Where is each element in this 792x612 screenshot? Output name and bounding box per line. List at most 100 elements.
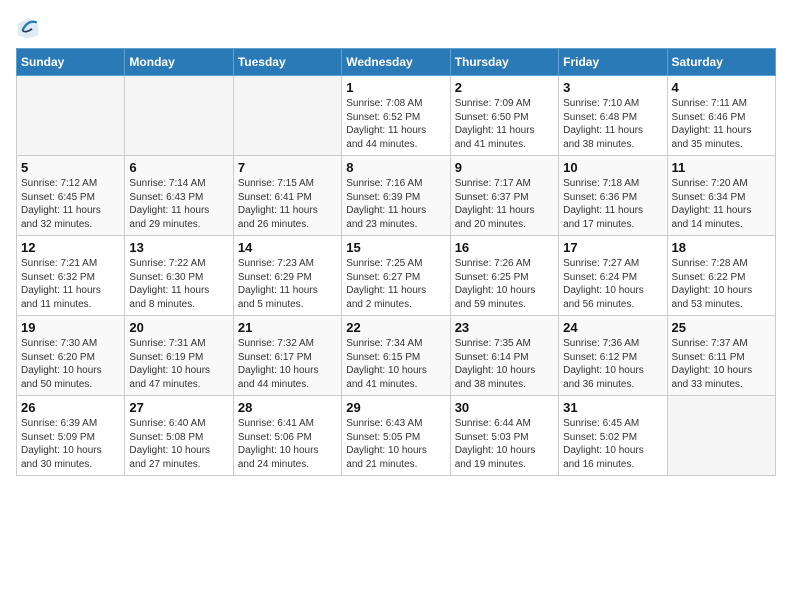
day-info: Sunrise: 7:27 AM Sunset: 6:24 PM Dayligh… [563,257,662,311]
calendar-cell: 24 Sunrise: 7:36 AM Sunset: 6:12 PM Dayli… [559,316,667,396]
day-number: 12 [21,240,120,255]
day-number: 18 [672,240,771,255]
day-info: Sunrise: 7:22 AM Sunset: 6:30 PM Dayligh… [129,257,228,311]
calendar-cell: 15Sunrise: 7:25 AM Sunset: 6:27 PM Dayli… [342,236,450,316]
day-info: Sunrise: 6:45 AM Sunset: 5:02 PM Dayligh… [563,417,662,471]
calendar-cell: 25 Sunrise: 7:37 AM Sunset: 6:11 PM Dayli… [667,316,775,396]
calendar-cell: 5Sunrise: 7:12 AM Sunset: 6:45 PM Daylig… [17,156,125,236]
logo [16,16,44,40]
calendar-cell: 3Sunrise: 7:10 AM Sunset: 6:48 PM Daylig… [559,76,667,156]
calendar-cell: 2 Sunrise: 7:09 AM Sunset: 6:50 PM Daylig… [450,76,558,156]
day-number: 29 [346,400,445,415]
day-number: 5 [21,160,120,175]
day-number: 2 [455,80,554,95]
calendar-cell: 10Sunrise: 7:18 AM Sunset: 6:36 PM Dayli… [559,156,667,236]
day-number: 4 [672,80,771,95]
day-number: 9 [455,160,554,175]
day-info: Sunrise: 7:26 AM Sunset: 6:25 PM Dayligh… [455,257,554,311]
day-info: Sunrise: 7:15 AM Sunset: 6:41 PM Dayligh… [238,177,337,231]
weekday-header-row: SundayMondayTuesdayWednesdayThursdayFrid… [17,49,776,76]
day-number: 31 [563,400,662,415]
day-info: Sunrise: 6:39 AM Sunset: 5:09 PM Dayligh… [21,417,120,471]
day-number: 28 [238,400,337,415]
calendar-cell: 17 Sunrise: 7:27 AM Sunset: 6:24 PM Dayli… [559,236,667,316]
day-info: Sunrise: 7:16 AM Sunset: 6:39 PM Dayligh… [346,177,445,231]
day-info: Sunrise: 7:17 AM Sunset: 6:37 PM Dayligh… [455,177,554,231]
day-number: 13 [129,240,228,255]
day-number: 25 [672,320,771,335]
day-number: 16 [455,240,554,255]
calendar-cell: 29 Sunrise: 6:43 AM Sunset: 5:05 PM Dayli… [342,396,450,476]
calendar-cell: 18 Sunrise: 7:28 AM Sunset: 6:22 PM Dayli… [667,236,775,316]
day-info: Sunrise: 7:20 AM Sunset: 6:34 PM Dayligh… [672,177,771,231]
calendar-cell: 13 Sunrise: 7:22 AM Sunset: 6:30 PM Dayli… [125,236,233,316]
day-info: Sunrise: 7:11 AM Sunset: 6:46 PM Dayligh… [672,97,771,151]
weekday-header: Thursday [450,49,558,76]
calendar-cell [233,76,341,156]
calendar-cell: 19Sunrise: 7:30 AM Sunset: 6:20 PM Dayli… [17,316,125,396]
weekday-header: Friday [559,49,667,76]
weekday-header: Tuesday [233,49,341,76]
page-header [16,16,776,40]
calendar-cell: 22 Sunrise: 7:34 AM Sunset: 6:15 PM Dayli… [342,316,450,396]
day-number: 22 [346,320,445,335]
day-number: 20 [129,320,228,335]
day-info: Sunrise: 7:34 AM Sunset: 6:15 PM Dayligh… [346,337,445,391]
calendar-cell: 31 Sunrise: 6:45 AM Sunset: 5:02 PM Dayli… [559,396,667,476]
weekday-header: Sunday [17,49,125,76]
day-info: Sunrise: 7:14 AM Sunset: 6:43 PM Dayligh… [129,177,228,231]
calendar-cell: 6 Sunrise: 7:14 AM Sunset: 6:43 PM Daylig… [125,156,233,236]
day-number: 1 [346,80,445,95]
calendar-cell [17,76,125,156]
calendar-cell: 11 Sunrise: 7:20 AM Sunset: 6:34 PM Dayli… [667,156,775,236]
weekday-header: Wednesday [342,49,450,76]
day-number: 24 [563,320,662,335]
day-info: Sunrise: 6:44 AM Sunset: 5:03 PM Dayligh… [455,417,554,471]
calendar-week-row: 26 Sunrise: 6:39 AM Sunset: 5:09 PM Dayli… [17,396,776,476]
calendar-cell: 4 Sunrise: 7:11 AM Sunset: 6:46 PM Daylig… [667,76,775,156]
day-info: Sunrise: 7:36 AM Sunset: 6:12 PM Dayligh… [563,337,662,391]
calendar-week-row: 12 Sunrise: 7:21 AM Sunset: 6:32 PM Dayli… [17,236,776,316]
weekday-header: Saturday [667,49,775,76]
day-info: Sunrise: 6:40 AM Sunset: 5:08 PM Dayligh… [129,417,228,471]
day-number: 23 [455,320,554,335]
day-number: 27 [129,400,228,415]
day-info: Sunrise: 6:43 AM Sunset: 5:05 PM Dayligh… [346,417,445,471]
day-number: 17 [563,240,662,255]
day-info: Sunrise: 7:37 AM Sunset: 6:11 PM Dayligh… [672,337,771,391]
day-number: 11 [672,160,771,175]
day-info: Sunrise: 6:41 AM Sunset: 5:06 PM Dayligh… [238,417,337,471]
day-number: 26 [21,400,120,415]
calendar-week-row: 5Sunrise: 7:12 AM Sunset: 6:45 PM Daylig… [17,156,776,236]
calendar-cell: 9 Sunrise: 7:17 AM Sunset: 6:37 PM Daylig… [450,156,558,236]
calendar-cell: 27 Sunrise: 6:40 AM Sunset: 5:08 PM Dayli… [125,396,233,476]
day-info: Sunrise: 7:30 AM Sunset: 6:20 PM Dayligh… [21,337,120,391]
day-number: 30 [455,400,554,415]
calendar-cell: 1 Sunrise: 7:08 AM Sunset: 6:52 PM Daylig… [342,76,450,156]
logo-icon [16,16,40,40]
day-info: Sunrise: 7:23 AM Sunset: 6:29 PM Dayligh… [238,257,337,311]
day-info: Sunrise: 7:18 AM Sunset: 6:36 PM Dayligh… [563,177,662,231]
day-info: Sunrise: 7:32 AM Sunset: 6:17 PM Dayligh… [238,337,337,391]
calendar-cell: 28 Sunrise: 6:41 AM Sunset: 5:06 PM Dayli… [233,396,341,476]
calendar-cell [125,76,233,156]
calendar-cell: 16 Sunrise: 7:26 AM Sunset: 6:25 PM Dayli… [450,236,558,316]
calendar-cell [667,396,775,476]
calendar-cell: 26 Sunrise: 6:39 AM Sunset: 5:09 PM Dayli… [17,396,125,476]
calendar-cell: 20 Sunrise: 7:31 AM Sunset: 6:19 PM Dayli… [125,316,233,396]
calendar-cell: 14 Sunrise: 7:23 AM Sunset: 6:29 PM Dayli… [233,236,341,316]
day-info: Sunrise: 7:35 AM Sunset: 6:14 PM Dayligh… [455,337,554,391]
day-number: 7 [238,160,337,175]
calendar-cell: 8Sunrise: 7:16 AM Sunset: 6:39 PM Daylig… [342,156,450,236]
day-info: Sunrise: 7:28 AM Sunset: 6:22 PM Dayligh… [672,257,771,311]
calendar-cell: 23 Sunrise: 7:35 AM Sunset: 6:14 PM Dayli… [450,316,558,396]
calendar-cell: 12 Sunrise: 7:21 AM Sunset: 6:32 PM Dayli… [17,236,125,316]
calendar-cell: 30 Sunrise: 6:44 AM Sunset: 5:03 PM Dayli… [450,396,558,476]
calendar-week-row: 19Sunrise: 7:30 AM Sunset: 6:20 PM Dayli… [17,316,776,396]
day-number: 14 [238,240,337,255]
day-info: Sunrise: 7:08 AM Sunset: 6:52 PM Dayligh… [346,97,445,151]
day-info: Sunrise: 7:09 AM Sunset: 6:50 PM Dayligh… [455,97,554,151]
day-info: Sunrise: 7:21 AM Sunset: 6:32 PM Dayligh… [21,257,120,311]
day-info: Sunrise: 7:31 AM Sunset: 6:19 PM Dayligh… [129,337,228,391]
day-number: 6 [129,160,228,175]
